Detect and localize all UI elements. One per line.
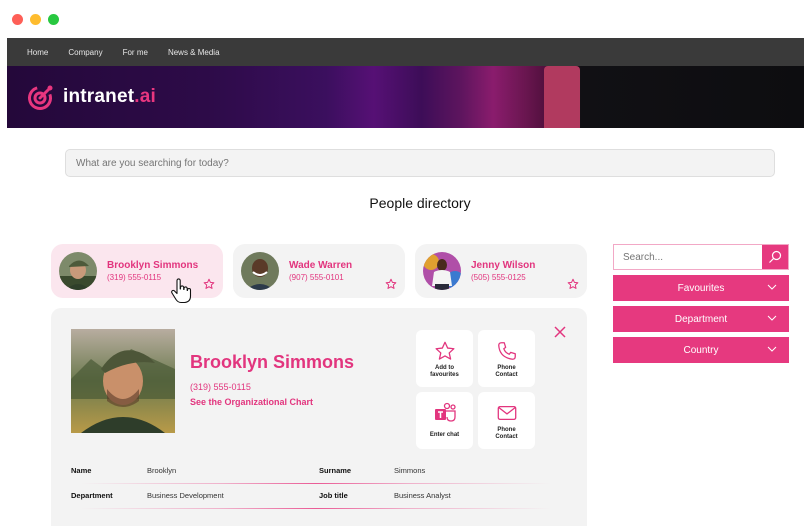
field-label: Name <box>71 466 92 475</box>
add-to-favourites-button[interactable]: Add to favourites <box>416 330 473 387</box>
chevron-down-icon <box>767 284 777 290</box>
nav-company[interactable]: Company <box>68 48 102 57</box>
row-divider <box>81 508 551 509</box>
brand-name: intranet.ai <box>63 86 157 107</box>
brand-logo[interactable]: intranet.ai <box>27 83 156 111</box>
filter-search-button[interactable] <box>762 245 788 269</box>
filter-department-dropdown[interactable]: Department <box>613 306 789 332</box>
person-name: Jenny Wilson <box>471 260 536 271</box>
filter-search-input[interactable] <box>614 245 762 269</box>
detail-name: Brooklyn Simmons <box>190 352 355 372</box>
person-detail-panel: Brooklyn Simmons (319) 555-0115 See the … <box>51 308 587 526</box>
email-contact-button[interactable]: Phone Contact <box>478 392 535 449</box>
field-value: Business Analyst <box>394 491 451 500</box>
person-card[interactable]: Jenny Wilson (505) 555-0125 <box>415 244 587 298</box>
banner-decoration <box>544 66 580 128</box>
chevron-down-icon <box>767 346 777 352</box>
target-logo-icon <box>28 85 53 110</box>
person-phone: (505) 555-0125 <box>471 273 526 282</box>
global-search-input[interactable] <box>65 149 775 177</box>
action-label: Phone Contact <box>495 427 518 440</box>
star-icon[interactable] <box>567 278 579 290</box>
avatar <box>59 252 97 290</box>
field-value: Brooklyn <box>147 466 177 475</box>
org-chart-link[interactable]: See the Organizational Chart <box>190 397 313 407</box>
nav-news-media[interactable]: News & Media <box>168 48 220 57</box>
search-icon <box>769 250 782 263</box>
avatar <box>241 252 279 290</box>
dropdown-label: Favourites <box>677 282 725 294</box>
teams-icon <box>434 402 456 422</box>
mail-icon <box>497 405 516 421</box>
person-name: Wade Warren <box>289 260 353 271</box>
header-banner: intranet.ai <box>7 66 804 128</box>
window-close-button[interactable] <box>12 14 23 25</box>
window-maximize-button[interactable] <box>48 14 59 25</box>
avatar <box>423 252 461 290</box>
filter-country-dropdown[interactable]: Country <box>613 337 789 363</box>
hand-cursor-icon <box>171 278 192 304</box>
filter-panel: Favourites Department Country <box>613 244 789 363</box>
field-value: Simmons <box>394 466 426 475</box>
info-row: Department Business Development Job titl… <box>71 485 551 509</box>
filter-favourites-dropdown[interactable]: Favourites <box>613 275 789 301</box>
person-phone: (319) 555-0115 <box>107 273 162 282</box>
profile-photo <box>71 329 175 433</box>
window-titlebar <box>0 0 804 38</box>
info-row: Name Brooklyn Surname Simmons <box>71 460 551 484</box>
star-icon[interactable] <box>203 278 215 290</box>
detail-phone: (319) 555-0115 <box>190 382 251 392</box>
nav-home[interactable]: Home <box>27 48 48 57</box>
field-label: Job title <box>319 491 348 500</box>
star-icon <box>434 341 455 360</box>
person-name: Brooklyn Simmons <box>107 260 199 271</box>
window-minimize-button[interactable] <box>30 14 41 25</box>
action-label: Phone Contact <box>495 365 518 378</box>
dropdown-label: Country <box>683 344 719 356</box>
dropdown-label: Department <box>674 313 728 325</box>
field-label: Surname <box>319 466 352 475</box>
star-icon[interactable] <box>385 278 397 290</box>
person-card[interactable]: Brooklyn Simmons (319) 555-0115 <box>51 244 223 298</box>
person-phone: (907) 555-0101 <box>289 273 344 282</box>
field-label: Department <box>71 491 113 500</box>
page-title: People directory <box>369 195 471 211</box>
filter-search <box>613 244 789 270</box>
action-label: Add to favourites <box>430 365 459 378</box>
row-divider <box>81 483 551 484</box>
action-label: Enter chat <box>429 432 460 438</box>
person-card[interactable]: Wade Warren (907) 555-0101 <box>233 244 405 298</box>
nav-for-me[interactable]: For me <box>123 48 148 57</box>
phone-icon <box>497 342 516 360</box>
field-value: Business Development <box>147 491 224 500</box>
enter-chat-button[interactable]: Enter chat <box>416 392 473 449</box>
chevron-down-icon <box>767 315 777 321</box>
phone-contact-button[interactable]: Phone Contact <box>478 330 535 387</box>
close-icon[interactable] <box>553 325 567 339</box>
top-navigation: Home Company For me News & Media <box>7 38 804 66</box>
